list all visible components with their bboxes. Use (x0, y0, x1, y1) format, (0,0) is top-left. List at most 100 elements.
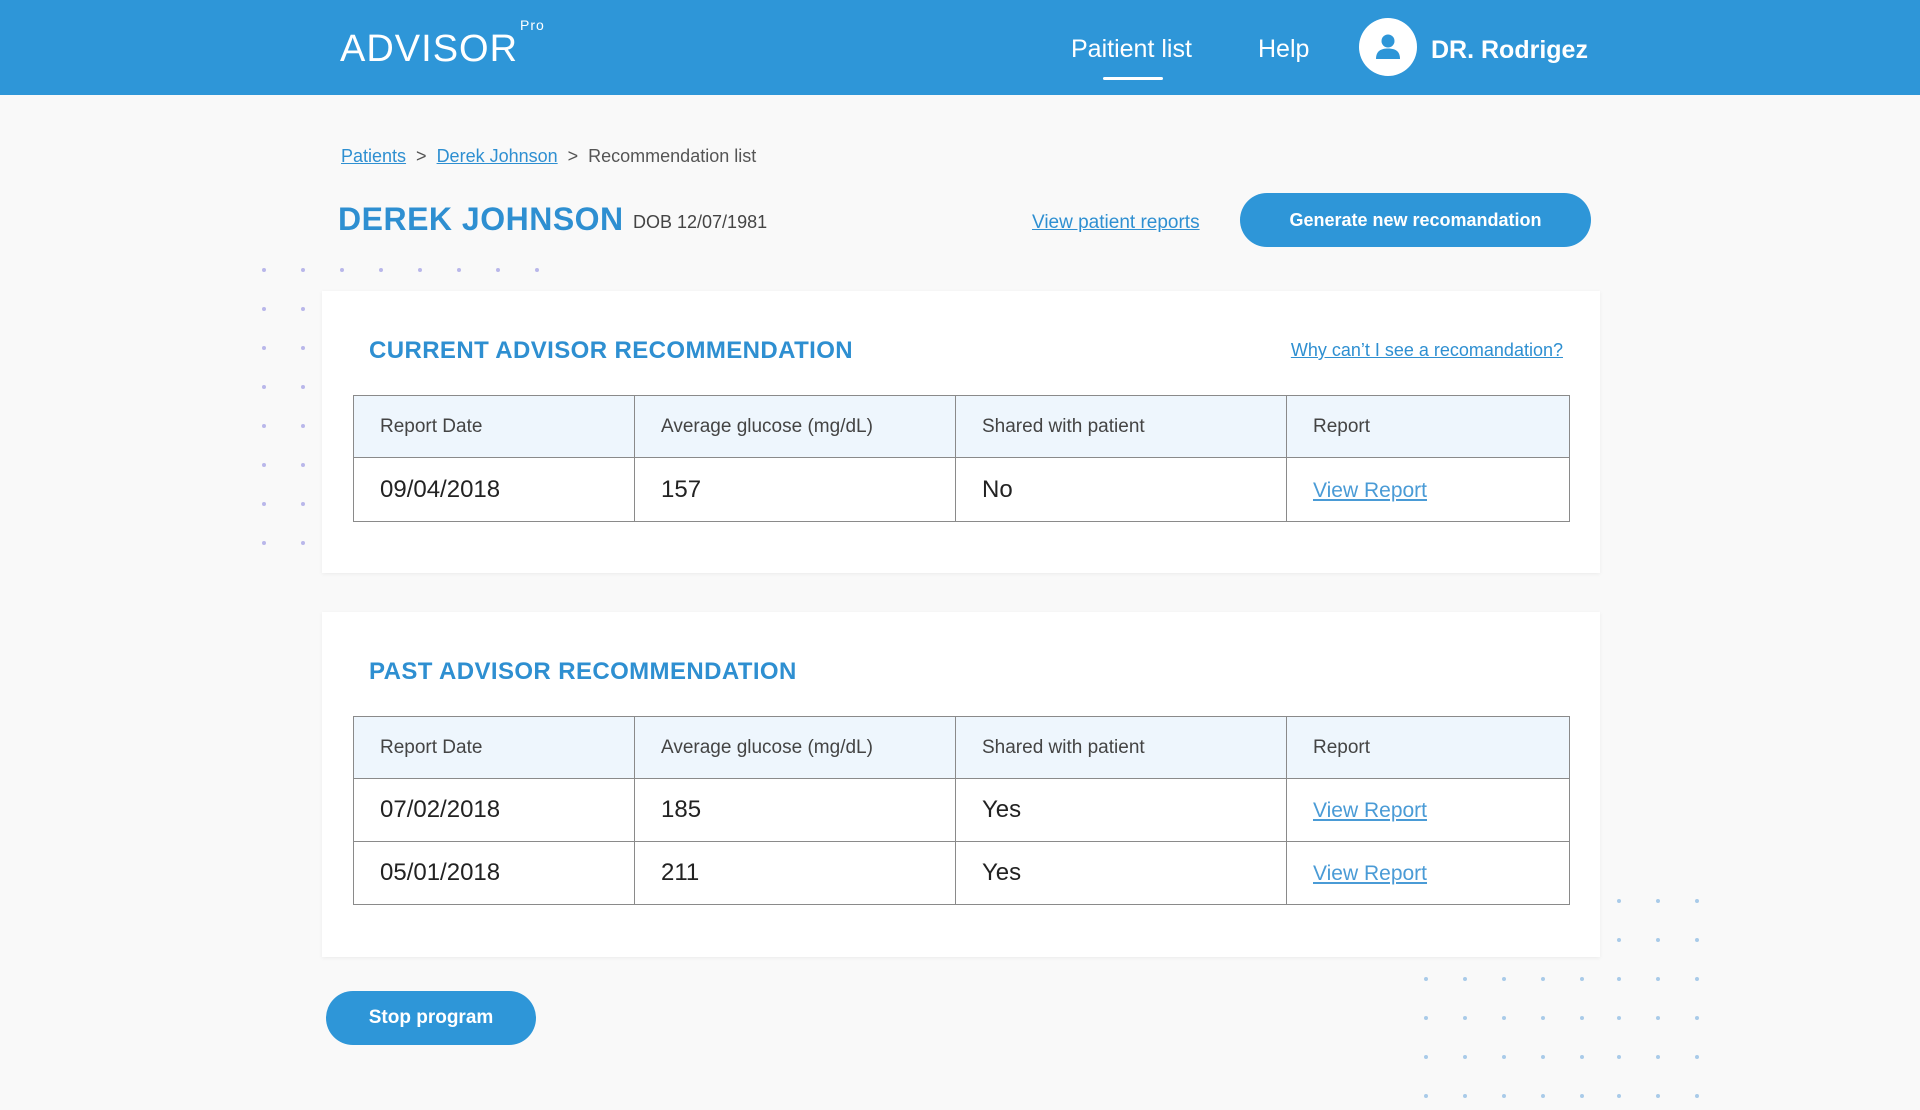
decorative-dot (1580, 1016, 1584, 1020)
decorative-dot (1502, 1016, 1506, 1020)
decorative-dot (1656, 938, 1660, 942)
decorative-dot (1502, 1094, 1506, 1098)
average-glucose-cell: 157 (634, 457, 956, 522)
advisor-logo[interactable]: ADVISORPro (340, 18, 545, 70)
decorative-dot (1617, 977, 1621, 981)
average-glucose-cell: 211 (634, 841, 956, 905)
decorative-dot (1580, 1094, 1584, 1098)
decorative-dot (1656, 1094, 1660, 1098)
user-avatar[interactable] (1359, 18, 1417, 76)
decorative-dot (1617, 1055, 1621, 1059)
view-report-link[interactable]: View Report (1313, 479, 1427, 502)
decorative-dot (340, 268, 344, 272)
decorative-dot (1695, 977, 1699, 981)
decorative-dot (301, 424, 305, 428)
why-no-recommendation-link[interactable]: Why can’t I see a recomandation? (1291, 338, 1563, 362)
current-recommendation-title: CURRENT ADVISOR RECOMMENDATION (369, 337, 853, 364)
decorative-dot (1617, 1016, 1621, 1020)
report-date-cell: 09/04/2018 (353, 457, 635, 522)
current-recommendation-card: CURRENT ADVISOR RECOMMENDATION Why can’t… (322, 291, 1600, 573)
table-row: 09/04/2018 157 No View Report (353, 457, 1570, 522)
decorative-dot (1580, 1055, 1584, 1059)
decorative-dot (262, 541, 266, 545)
column-header-shared: Shared with patient (955, 716, 1287, 779)
decorative-dot (1541, 1094, 1545, 1098)
patient-dob: DOB 12/07/1981 (633, 212, 768, 232)
logo-pro-label: Pro (520, 17, 545, 33)
decorative-dot (301, 541, 305, 545)
decorative-dot (1617, 899, 1621, 903)
decorative-dot (1541, 1055, 1545, 1059)
average-glucose-cell: 185 (634, 778, 956, 842)
decorative-dot (1580, 977, 1584, 981)
decorative-dot (379, 268, 383, 272)
report-date-cell: 05/01/2018 (353, 841, 635, 905)
decorative-dot (1463, 1055, 1467, 1059)
decorative-dot (1502, 977, 1506, 981)
decorative-dot (1502, 1055, 1506, 1059)
decorative-dot (262, 268, 266, 272)
decorative-dot (1424, 1094, 1428, 1098)
decorative-dot (1463, 1016, 1467, 1020)
top-navigation-bar: ADVISORPro Paitient list Help DR. Rodrig… (0, 0, 1920, 95)
nav-patient-list[interactable]: Paitient list (1071, 33, 1192, 80)
generate-recommendation-button[interactable]: Generate new recomandation (1240, 193, 1591, 247)
decorative-dot (1695, 938, 1699, 942)
view-patient-reports-link[interactable]: View patient reports (1032, 211, 1200, 235)
column-header-report-date: Report Date (353, 716, 635, 779)
column-header-shared: Shared with patient (955, 395, 1287, 458)
view-report-link[interactable]: View Report (1313, 799, 1427, 822)
shared-cell: No (955, 457, 1287, 522)
active-nav-indicator (1103, 77, 1163, 80)
report-cell: View Report (1286, 841, 1570, 905)
column-header-report-date: Report Date (353, 395, 635, 458)
column-header-report: Report (1286, 395, 1570, 458)
column-header-report: Report (1286, 716, 1570, 779)
column-header-average-glucose: Average glucose (mg/dL) (634, 395, 956, 458)
decorative-dot (1656, 899, 1660, 903)
report-cell: View Report (1286, 778, 1570, 842)
breadcrumb-separator: > (567, 146, 579, 166)
decorative-dot (262, 463, 266, 467)
decorative-dot (301, 463, 305, 467)
user-name[interactable]: DR. Rodrigez (1431, 34, 1588, 66)
decorative-dot (418, 268, 422, 272)
user-icon (1376, 34, 1400, 59)
table-header-row: Report Date Average glucose (mg/dL) Shar… (353, 395, 1570, 458)
decorative-dot (262, 424, 266, 428)
table-row: 07/02/2018 185 Yes View Report (353, 778, 1570, 842)
breadcrumb-patient[interactable]: Derek Johnson (437, 146, 558, 166)
decorative-dot (1541, 1016, 1545, 1020)
decorative-dot (1695, 1094, 1699, 1098)
nav-help[interactable]: Help (1258, 33, 1309, 65)
breadcrumb-patients[interactable]: Patients (341, 146, 406, 166)
patient-name: DEREK JOHNSON (338, 201, 624, 237)
shared-cell: Yes (955, 841, 1287, 905)
nav-patient-list-label: Paitient list (1071, 35, 1192, 63)
decorative-dot (535, 268, 539, 272)
report-cell: View Report (1286, 457, 1570, 522)
decorative-dot (301, 346, 305, 350)
decorative-dot (1617, 938, 1621, 942)
decorative-dot (1695, 899, 1699, 903)
decorative-dot (301, 502, 305, 506)
decorative-dot (1617, 1094, 1621, 1098)
decorative-dot (496, 268, 500, 272)
decorative-dot (1656, 1016, 1660, 1020)
column-header-average-glucose: Average glucose (mg/dL) (634, 716, 956, 779)
report-date-cell: 07/02/2018 (353, 778, 635, 842)
breadcrumb: Patients > Derek Johnson > Recommendation li… (341, 145, 756, 167)
decorative-dot (262, 385, 266, 389)
table-header-row: Report Date Average glucose (mg/dL) Shar… (353, 716, 1570, 779)
decorative-dot (1463, 1094, 1467, 1098)
nav-help-label: Help (1258, 35, 1310, 63)
view-report-link[interactable]: View Report (1313, 862, 1427, 885)
shared-cell: Yes (955, 778, 1287, 842)
breadcrumb-separator: > (416, 146, 427, 166)
decorative-dot (1463, 977, 1467, 981)
logo-text: ADVISOR (340, 28, 519, 70)
stop-program-button[interactable]: Stop program (326, 991, 536, 1045)
past-recommendation-title: PAST ADVISOR RECOMMENDATION (369, 658, 797, 685)
decorative-dot (1695, 1016, 1699, 1020)
decorative-dot (1424, 1055, 1428, 1059)
